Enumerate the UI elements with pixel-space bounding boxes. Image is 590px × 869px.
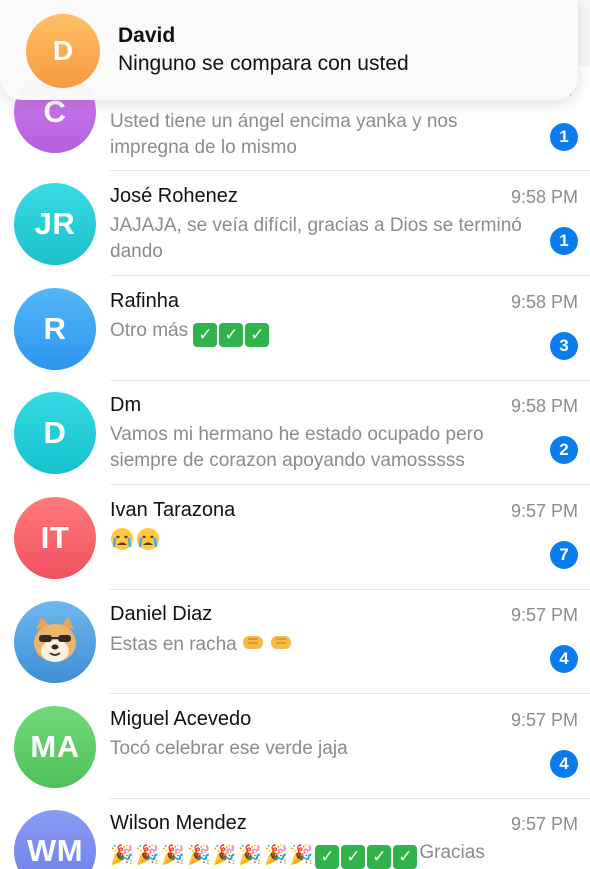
avatar: IT [14,497,96,579]
avatar-initials: JR [34,206,76,241]
message-time: 9:57 PM [510,710,578,730]
message-time: 9:57 PM [510,814,578,834]
avatar-initials: D [52,35,74,66]
notification-banner[interactable]: D David Ninguno se compara con usted [0,0,578,100]
unread-badge: 7 [550,541,578,569]
unread-badge: 1 [550,123,578,151]
party-popper-icon: 🎉 [212,845,237,866]
unread-badge: 2 [550,436,578,464]
avatar: D [14,392,96,474]
avatar-initials: MA [30,729,80,764]
chat-row[interactable]: IT Ivan Tarazona 9:57 PM 7 [0,485,590,590]
shiba-dog-icon [34,617,76,662]
party-popper-icon: 🎉 [187,845,211,866]
message-preview: Estas en racha [110,631,530,658]
notification-avatar: D [26,14,100,88]
message-preview-text: Estas en racha [110,634,237,655]
message-time: 9:58 PM [510,396,578,416]
unread-badge: 4 [550,750,578,778]
message-preview: Vamos mi hermano he estado ocupado pero … [110,424,484,471]
check-icon: ✓ [193,323,218,347]
contact-name: Rafinha [110,290,179,312]
avatar: WM [14,810,96,869]
notification-title: David [118,24,176,47]
chat-row[interactable]: JR José Rohenez 9:58 PM JAJAJA, se veía … [0,171,590,276]
chat-row[interactable]: R Rafinha 9:58 PM Otro más ✓ ✓ ✓ 3 [0,276,590,381]
party-popper-icon: 🎉 [289,845,314,866]
avatar: JR [14,183,96,265]
avatar: MA [14,706,96,788]
contact-name: José Rohenez [110,185,238,207]
avatar-initials: WM [26,833,84,868]
chat-row[interactable]: D Dm 9:58 PM Vamos mi hermano he estado … [0,380,590,485]
avatar-initials: D [43,415,67,450]
party-popper-icon: 🎉 [161,845,186,866]
message-preview [110,527,530,556]
contact-name: Wilson Mendez [110,812,247,834]
avatar [14,601,96,683]
message-preview: Tocó celebrar ese verde jaja [110,738,348,759]
message-preview-text: Gracias [419,842,485,863]
message-time: 9:57 PM [510,605,578,625]
message-time: 9:57 PM [510,501,578,521]
check-icon: ✓ [315,845,340,869]
chat-row[interactable]: WM Wilson Mendez 9:57 PM 🎉 🎉 🎉 🎉 🎉 🎉 🎉 🎉 ✓ ✓ ✓ ✓ Gra… [0,798,590,869]
contact-name: Miguel Acevedo [110,708,252,730]
message-preview-text: Otro más [110,320,189,341]
avatar: R [14,288,96,370]
message-time: 9:58 PM [510,187,578,207]
avatar-initials: IT [40,520,70,555]
contact-name: Ivan Tarazona [110,499,236,521]
unread-badge: 1 [550,227,578,255]
message-preview: Usted tiene un ángel encima yanka y nos … [110,111,458,158]
check-icon: ✓ [219,323,244,347]
check-icon: ✓ [245,323,270,347]
party-popper-icon: 🎉 [110,845,134,866]
unread-badge: 4 [550,645,578,673]
avatar-initials: R [43,311,67,346]
chat-row[interactable]: MA Miguel Acevedo 9:57 PM Tocó celebrar … [0,694,590,799]
check-icon: ✓ [393,845,418,869]
message-time: 9:58 PM [510,292,578,312]
chat-list-screen: ✓ C Usted tiene un ángel encima yanka y … [0,0,590,869]
crying-face-icon [111,528,133,550]
fist-bump-icon [243,636,292,649]
party-popper-icon: 🎉 [264,845,288,866]
message-preview: 🎉 🎉 🎉 🎉 🎉 🎉 🎉 🎉 ✓ ✓ ✓ ✓ Gracias [110,840,530,869]
party-popper-icon: 🎉 [238,845,263,866]
check-icon: ✓ [367,845,392,869]
unread-badge: 3 [550,332,578,360]
message-preview: JAJAJA, se veía difícil, gracias a Dios … [110,215,522,262]
contact-name: Dm [110,394,142,416]
message-preview: Otro más ✓ ✓ ✓ [110,318,530,347]
notification-body: Ninguno se compara con usted [118,52,409,75]
crying-face-icon [137,528,159,550]
contact-name: Daniel Diaz [110,603,213,625]
chat-row[interactable]: Daniel Diaz 9:57 PM Estas en racha 4 [0,589,590,694]
party-popper-icon: 🎉 [135,845,160,866]
check-icon: ✓ [341,845,366,869]
